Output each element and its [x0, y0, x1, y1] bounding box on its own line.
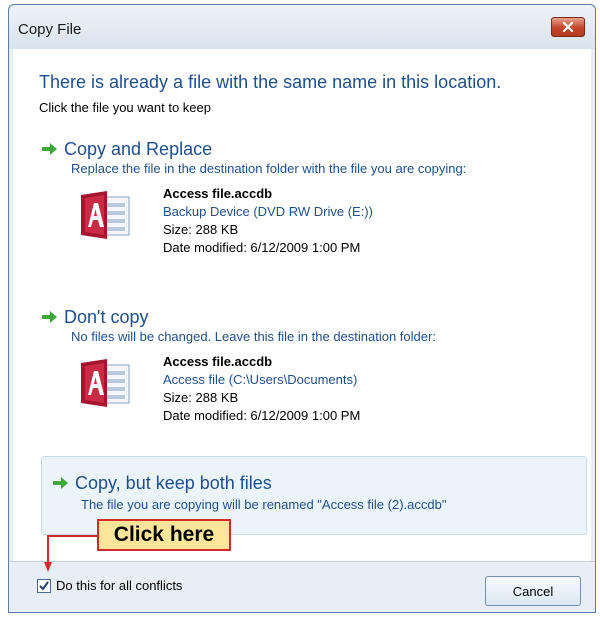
- apply-to-all-row[interactable]: Do this for all conflicts: [37, 578, 182, 593]
- option-title-label: Don't copy: [64, 306, 149, 327]
- file-name: Access file.accdb: [163, 354, 273, 369]
- click-here-callout: Click here: [97, 519, 231, 551]
- file-size: Size: 288 KB: [163, 222, 239, 237]
- file-location: Backup Device (DVD RW Drive (E:)): [163, 204, 373, 219]
- dialog-heading: There is already a file with the same na…: [39, 72, 502, 92]
- file-info: Access file.accdb Backup Device (DVD RW …: [163, 185, 373, 257]
- option-title-label: Copy, but keep both files: [75, 472, 272, 493]
- option-copy-and-replace[interactable]: Copy and Replace Replace the file in the…: [41, 137, 583, 267]
- access-file-icon: [81, 191, 130, 239]
- file-date-modified: Date modified: 6/12/2009 1:00 PM: [163, 240, 361, 255]
- dialog-content: There is already a file with the same na…: [13, 49, 591, 561]
- option-dont-copy[interactable]: Don't copy No files will be changed. Lea…: [41, 305, 583, 435]
- option-title[interactable]: Don't copy: [41, 305, 148, 329]
- close-icon: [562, 22, 574, 32]
- dialog-footer: Do this for all conflicts Cancel: [9, 561, 595, 612]
- option-description: The file you are copying will be renamed…: [81, 497, 447, 512]
- dialog-subheading: Click the file you want to keep: [39, 100, 211, 115]
- checkmark-icon: [39, 580, 49, 591]
- close-button[interactable]: [551, 17, 585, 37]
- window-title: Copy File: [18, 21, 82, 38]
- option-title[interactable]: Copy and Replace: [41, 137, 212, 161]
- file-location: Access file (C:\Users\Documents): [163, 372, 358, 387]
- option-description: No files will be changed. Leave this fil…: [71, 329, 436, 344]
- file-name: Access file.accdb: [163, 186, 273, 201]
- file-date-modified: Date modified: 6/12/2009 1:00 PM: [163, 408, 361, 423]
- apply-to-all-checkbox[interactable]: [37, 578, 51, 593]
- green-arrow-icon: [53, 477, 68, 489]
- apply-to-all-label: Do this for all conflicts: [56, 578, 183, 593]
- option-description: Replace the file in the destination fold…: [71, 161, 467, 176]
- option-title[interactable]: Copy, but keep both files: [52, 471, 272, 495]
- file-size: Size: 288 KB: [163, 390, 239, 405]
- access-file-icon: [81, 359, 130, 407]
- file-info: Access file.accdb Access file (C:\Users\…: [163, 353, 360, 425]
- green-arrow-icon: [42, 143, 57, 155]
- green-arrow-icon: [42, 311, 57, 323]
- title-bar: Copy File: [9, 5, 595, 49]
- option-title-label: Copy and Replace: [64, 138, 213, 159]
- cancel-button[interactable]: Cancel: [485, 576, 581, 606]
